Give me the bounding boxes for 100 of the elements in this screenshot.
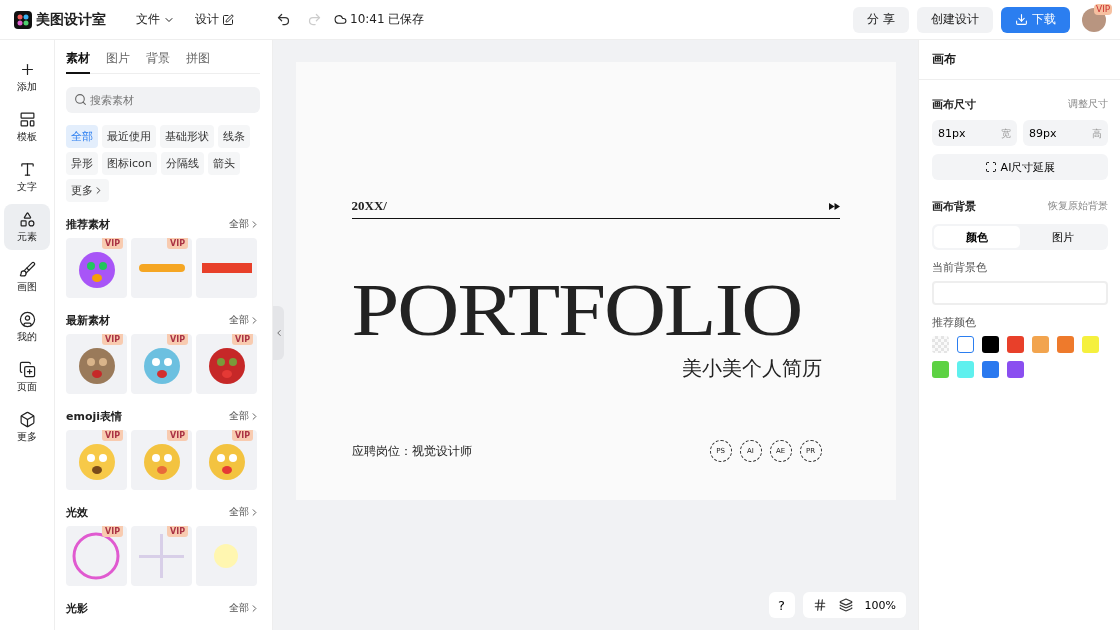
see-all-link[interactable]: 全部 bbox=[229, 217, 260, 231]
scan-icon bbox=[984, 161, 997, 173]
color-swatch[interactable] bbox=[957, 336, 974, 353]
file-menu[interactable]: 文件 bbox=[130, 7, 181, 32]
see-all-link[interactable]: 全部 bbox=[229, 601, 260, 615]
app-logo[interactable]: 美图设计室 bbox=[14, 10, 106, 29]
shapes-icon bbox=[18, 210, 36, 228]
color-swatch[interactable] bbox=[1057, 336, 1074, 353]
resize-link[interactable]: 调整尺寸 bbox=[1068, 97, 1108, 111]
sidebar-item[interactable]: 更多 bbox=[4, 404, 50, 450]
design-menu[interactable]: 设计 bbox=[189, 7, 240, 32]
search-icon bbox=[74, 93, 87, 106]
see-all-link[interactable]: 全部 bbox=[229, 313, 260, 327]
vip-badge: VIP bbox=[166, 238, 188, 249]
logo-icon bbox=[14, 10, 32, 29]
section-title: 最新素材 bbox=[66, 312, 110, 328]
filter-chip[interactable]: 最近使用 bbox=[102, 125, 156, 148]
ai-extend-button[interactable]: AI尺寸延展 bbox=[932, 154, 1108, 180]
panel-tab[interactable]: 背景 bbox=[146, 45, 170, 74]
user-icon bbox=[18, 310, 36, 328]
chevron-right-icon bbox=[249, 506, 260, 518]
panel-tab[interactable]: 素材 bbox=[66, 45, 90, 74]
filter-chip[interactable]: 异形 bbox=[66, 152, 98, 175]
color-swatch[interactable] bbox=[957, 361, 974, 378]
color-swatch[interactable] bbox=[982, 336, 999, 353]
vip-badge: VIP bbox=[166, 334, 188, 345]
layers-icon bbox=[838, 598, 853, 612]
chevron-right-icon bbox=[249, 218, 260, 230]
redo-icon bbox=[307, 12, 322, 27]
undo-icon bbox=[276, 12, 291, 27]
grid-icon bbox=[812, 598, 827, 612]
color-swatch[interactable] bbox=[1007, 336, 1024, 353]
chevron-right-icon bbox=[249, 314, 260, 326]
sidebar-item[interactable]: 页面 bbox=[4, 354, 50, 400]
section-label: 画布背景 bbox=[932, 198, 976, 214]
segment-tab[interactable]: 图片 bbox=[1020, 226, 1106, 248]
sidebar-item[interactable]: 画图 bbox=[4, 254, 50, 300]
color-swatch[interactable] bbox=[1032, 336, 1049, 353]
color-swatch[interactable] bbox=[932, 361, 949, 378]
sidebar-item[interactable]: 文字 bbox=[4, 154, 50, 200]
app-name: 美图设计室 bbox=[36, 10, 106, 29]
filter-chip[interactable]: 基础形状 bbox=[160, 125, 214, 148]
design-title: PORTFOLIO bbox=[351, 273, 802, 347]
section-label: 画布尺寸 bbox=[932, 96, 976, 112]
color-swatch[interactable] bbox=[1082, 336, 1099, 353]
save-status: 10:41 已保存 bbox=[350, 11, 425, 28]
filter-chip[interactable]: 箭头 bbox=[207, 152, 240, 175]
position-text: 应聘岗位：视觉设计师 bbox=[351, 442, 472, 460]
download-button[interactable]: 下载 bbox=[1001, 6, 1070, 33]
color-swatch[interactable] bbox=[932, 336, 949, 353]
section-title: emoji表情 bbox=[66, 408, 123, 424]
chevron-right-icon bbox=[249, 410, 260, 422]
sidebar-item[interactable]: 元素 bbox=[4, 204, 50, 250]
filter-chip[interactable]: 全部 bbox=[66, 125, 98, 148]
download-icon bbox=[1015, 13, 1028, 26]
see-all-link[interactable]: 全部 bbox=[229, 409, 260, 423]
cloud-icon bbox=[334, 13, 347, 26]
vip-badge: VIP bbox=[231, 430, 253, 441]
page-add-icon bbox=[18, 360, 36, 378]
design-subtitle: 美小美个人简历 bbox=[681, 355, 822, 382]
section-title: 推荐素材 bbox=[66, 216, 110, 232]
chevron-right-icon bbox=[249, 602, 260, 614]
vip-badge: VIP bbox=[166, 526, 188, 537]
search-field[interactable]: 搜索素材 bbox=[66, 87, 260, 113]
action-button[interactable]: 创建设计 bbox=[917, 6, 993, 33]
field-label: 当前背景色 bbox=[932, 260, 988, 275]
sidebar-item[interactable]: 添加 bbox=[4, 54, 50, 100]
color-swatch[interactable] bbox=[982, 361, 999, 378]
cube-icon bbox=[18, 410, 36, 428]
vip-badge: VIP bbox=[231, 334, 253, 345]
layout-icon bbox=[18, 110, 36, 128]
panel-title: 画布 bbox=[919, 40, 1120, 80]
vip-badge: VIP bbox=[101, 238, 123, 249]
vip-badge: VIP bbox=[101, 430, 123, 441]
action-button[interactable]: 分 享 bbox=[853, 6, 909, 33]
field-label: 推荐颜色 bbox=[932, 315, 977, 330]
unit-label: 高 bbox=[1092, 127, 1102, 141]
filter-chip[interactable]: 线条 bbox=[218, 125, 250, 148]
restore-link[interactable]: 恢复原始背景 bbox=[1048, 199, 1108, 213]
section-title: 光影 bbox=[66, 600, 88, 616]
section-title: 光效 bbox=[66, 504, 88, 520]
vip-badge: VIP bbox=[1094, 3, 1113, 15]
edit-icon bbox=[222, 13, 234, 26]
year-text: 20XX/ bbox=[351, 198, 387, 214]
help-button[interactable]: ? bbox=[768, 592, 795, 618]
vip-badge: VIP bbox=[101, 334, 123, 345]
panel-tab[interactable]: 图片 bbox=[106, 45, 130, 74]
sidebar-item[interactable]: 我的 bbox=[4, 304, 50, 350]
sidebar-item[interactable]: 模板 bbox=[4, 104, 50, 150]
color-swatch[interactable] bbox=[1007, 361, 1024, 378]
collapse-handle[interactable] bbox=[273, 306, 284, 360]
filter-chip[interactable]: 分隔线 bbox=[160, 152, 204, 175]
text-icon bbox=[18, 160, 36, 178]
panel-tab[interactable]: 拼图 bbox=[186, 45, 210, 74]
unit-label: 宽 bbox=[1001, 127, 1011, 141]
filter-chip[interactable]: 图标icon bbox=[102, 152, 157, 175]
vip-badge: VIP bbox=[101, 526, 123, 537]
filter-chip[interactable]: 更多 bbox=[66, 179, 109, 202]
segment-tab[interactable]: 颜色 bbox=[934, 226, 1020, 248]
see-all-link[interactable]: 全部 bbox=[229, 505, 260, 519]
